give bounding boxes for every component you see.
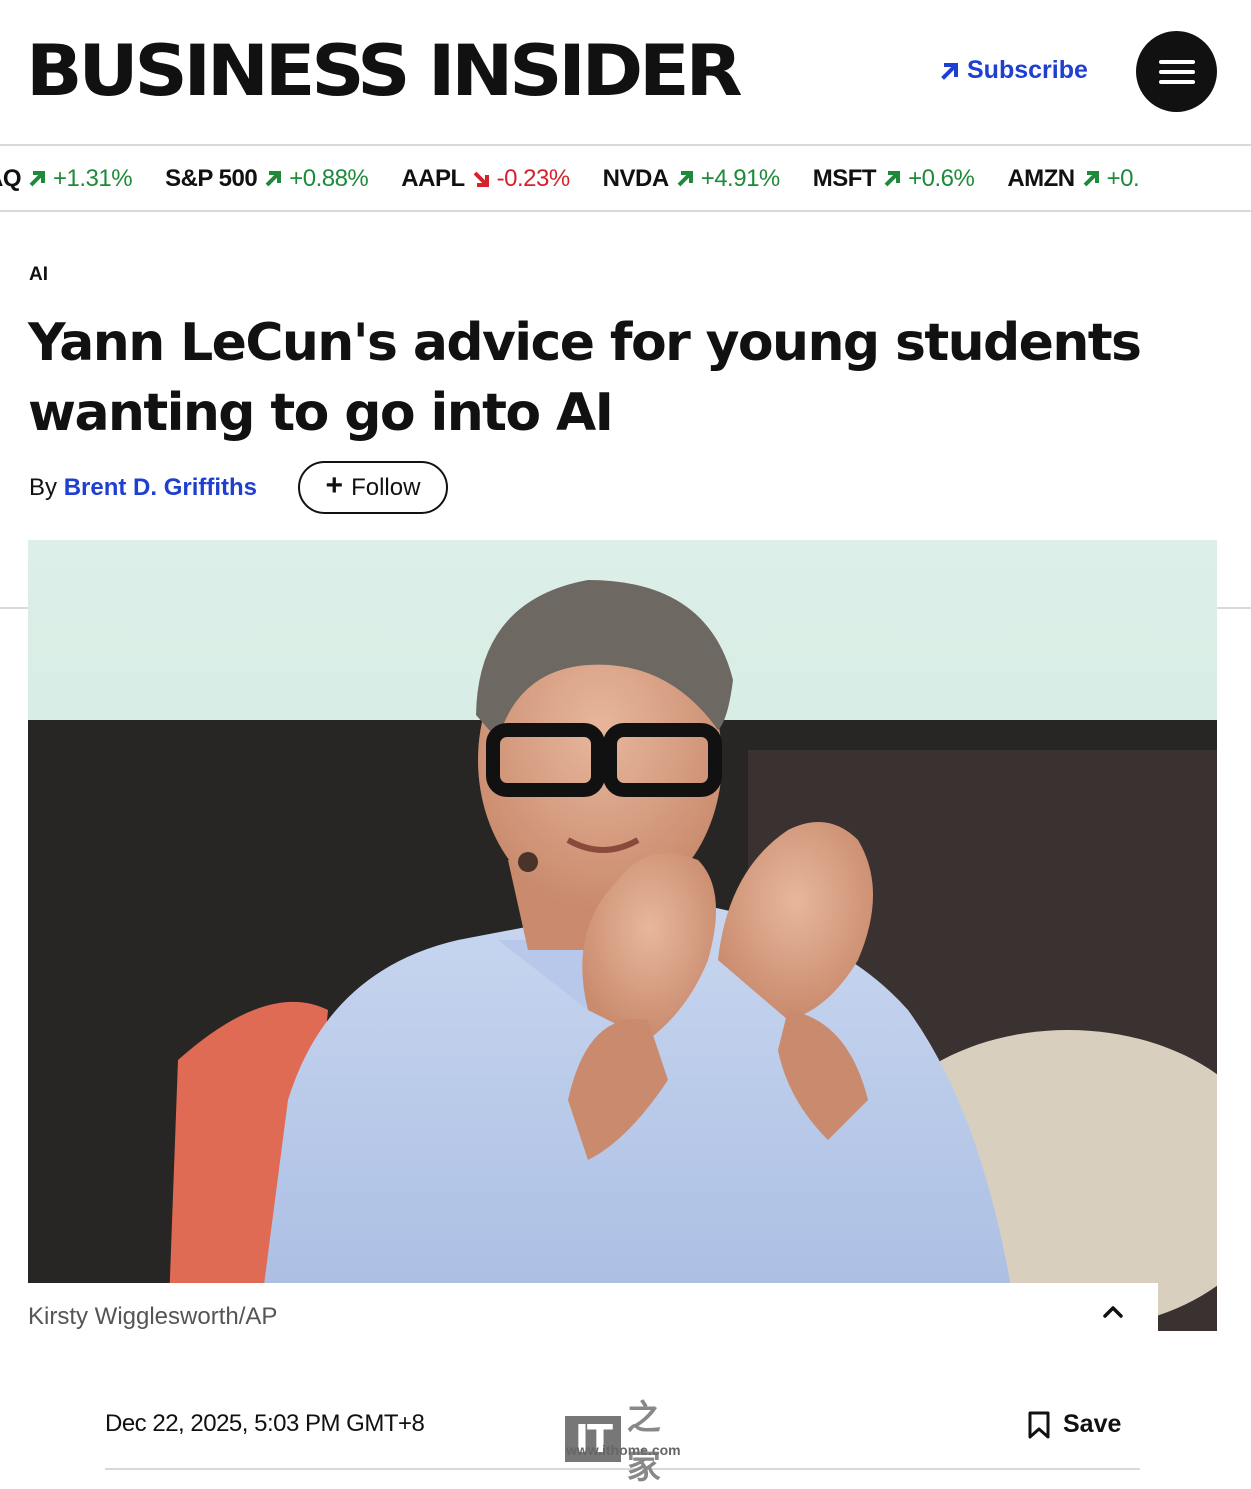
save-label: Save [1063, 1410, 1122, 1438]
chevron-up-icon[interactable] [1098, 1297, 1128, 1327]
article-meta-row: Dec 22, 2025, 5:03 PM GMT+8 IT 之家 www.it… [105, 1380, 1140, 1487]
hero-image [28, 540, 1217, 1331]
site-logo[interactable]: BUSINESS INSIDER [26, 28, 743, 114]
follow-label: Follow [351, 473, 421, 501]
hero-photo [28, 540, 1217, 1331]
ticker-item[interactable]: AQ +1.31% [0, 165, 133, 193]
ticker-change: -0.23% [496, 165, 571, 192]
follow-button[interactable]: + Follow [298, 461, 448, 514]
watermark-url: www.ithome.com [566, 1442, 681, 1458]
ticker-symbol: AMZN [1007, 165, 1075, 192]
bookmark-icon [1028, 1411, 1050, 1438]
subscribe-label: Subscribe [967, 56, 1088, 84]
ticker-change: +0.88% [289, 165, 369, 192]
arrow-up-right-icon [884, 171, 901, 187]
byline: By Brent D. Griffiths [29, 474, 257, 502]
save-button[interactable]: Save [1027, 1410, 1121, 1439]
ticker-item[interactable]: S&P 500 +0.88% [165, 165, 369, 193]
ticker-item[interactable]: MSFT +0.6% [813, 165, 975, 193]
site-header: BUSINESS INSIDER Subscribe [0, 0, 1251, 146]
article-headline: Yann LeCun's advice for young students w… [28, 313, 1142, 443]
image-credit: Kirsty Wigglesworth/AP [28, 1303, 278, 1330]
image-caption-bar: Kirsty Wigglesworth/AP [28, 1283, 1158, 1349]
arrow-up-right-icon [941, 62, 958, 80]
ticker-item[interactable]: AAPL -0.23% [401, 165, 571, 193]
arrow-up-right-icon [1083, 171, 1099, 187]
arrow-up-right-icon [29, 171, 45, 187]
ticker-change: +0.6% [908, 165, 975, 192]
ticker-change: +1.31% [53, 165, 133, 192]
article-category[interactable]: AI [29, 264, 48, 286]
arrow-up-right-icon [265, 171, 282, 187]
ticker-item[interactable]: AMZN +0. [1007, 165, 1139, 193]
author-link[interactable]: Brent D. Griffiths [64, 474, 257, 501]
divider [0, 607, 28, 609]
watermark-glyph-icon: 之家 [626, 1398, 661, 1487]
market-ticker: AQ +1.31% S&P 500 +0.88% AAPL -0.23% NVDA +4.91… [0, 146, 1251, 212]
ticker-track: AQ +1.31% S&P 500 +0.88% AAPL -0.23% NVDA +4.91… [0, 146, 1172, 210]
byline-prefix: By [29, 474, 58, 501]
ticker-change: +0. [1106, 165, 1140, 192]
arrow-down-right-icon [473, 171, 489, 187]
menu-button[interactable] [1136, 31, 1217, 112]
hamburger-menu-icon [1158, 59, 1195, 84]
plus-icon: + [325, 469, 344, 502]
arrow-up-right-icon [677, 171, 693, 187]
ticker-symbol: MSFT [812, 165, 877, 192]
ticker-symbol: S&P 500 [165, 165, 258, 192]
ticker-change: +4.91% [700, 165, 781, 192]
ticker-symbol: AQ [0, 165, 22, 192]
ithome-watermark: IT 之家 www.ithome.com [565, 1390, 690, 1487]
ticker-symbol: NVDA [602, 165, 670, 192]
subscribe-link[interactable]: Subscribe [940, 56, 1088, 85]
publish-date: Dec 22, 2025, 5:03 PM GMT+8 [105, 1410, 425, 1437]
ticker-symbol: AAPL [401, 165, 465, 192]
divider [1217, 607, 1251, 609]
ticker-item[interactable]: NVDA +4.91% [602, 165, 781, 193]
